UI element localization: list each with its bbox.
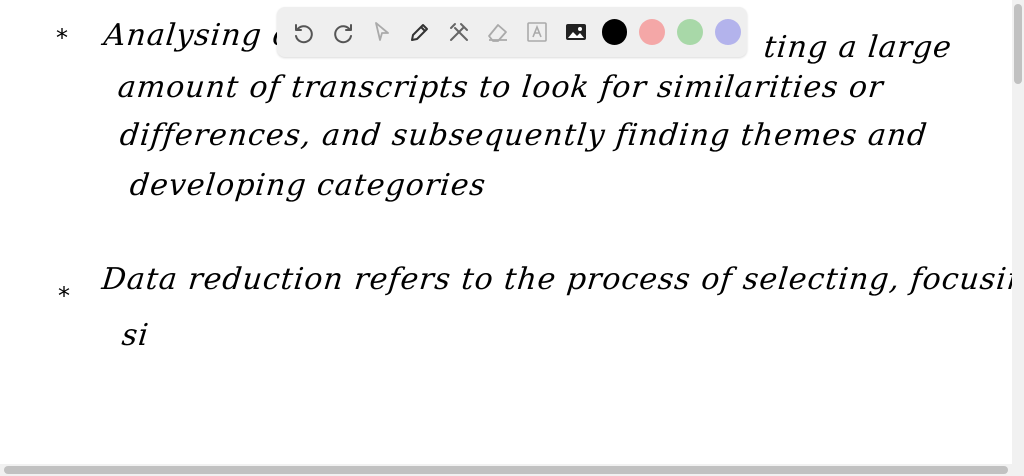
undo-button[interactable] <box>285 13 323 51</box>
eraser-icon <box>488 24 507 42</box>
note-line-1b: ting a large <box>762 30 954 65</box>
note-line-3: differences, and subsequently finding th… <box>118 118 930 153</box>
whiteboard-canvas[interactable]: * Analysing of ting a large amount of tr… <box>0 0 1024 464</box>
text-button[interactable] <box>518 13 556 51</box>
text-icon <box>526 22 547 42</box>
note-line-1a: Analysing of <box>102 18 306 53</box>
bullet-2: * <box>58 282 70 310</box>
color-swatch-pink[interactable] <box>639 19 666 45</box>
redo-icon <box>333 24 352 44</box>
pen-icon <box>411 24 429 41</box>
redo-button[interactable] <box>324 13 362 51</box>
select-icon <box>374 22 389 41</box>
image-icon <box>565 24 586 40</box>
horizontal-scrollbar[interactable] <box>0 464 1024 476</box>
note-line-4: developing categories <box>128 168 488 203</box>
tools-icon <box>450 23 469 41</box>
note-line-6: si <box>120 318 151 353</box>
color-swatch-black[interactable] <box>601 19 628 45</box>
vertical-scrollbar[interactable] <box>1012 0 1024 464</box>
vertical-scrollbar-thumb[interactable] <box>1014 4 1022 84</box>
image-button[interactable] <box>557 13 595 51</box>
tools-button[interactable] <box>440 13 478 51</box>
undo-icon <box>294 24 313 44</box>
pen-button[interactable] <box>401 13 439 51</box>
note-line-2: amount of transcripts to look for simila… <box>116 70 886 105</box>
color-swatch-green[interactable] <box>677 19 704 45</box>
color-swatch-lavender[interactable] <box>715 19 741 45</box>
note-line-5: Data reduction refers to the process of … <box>100 262 1024 297</box>
bullet-1: * <box>56 24 68 52</box>
select-button[interactable] <box>363 13 401 51</box>
eraser-button[interactable] <box>479 13 517 51</box>
drawing-toolbar <box>277 7 747 57</box>
horizontal-scrollbar-thumb[interactable] <box>4 466 1008 474</box>
